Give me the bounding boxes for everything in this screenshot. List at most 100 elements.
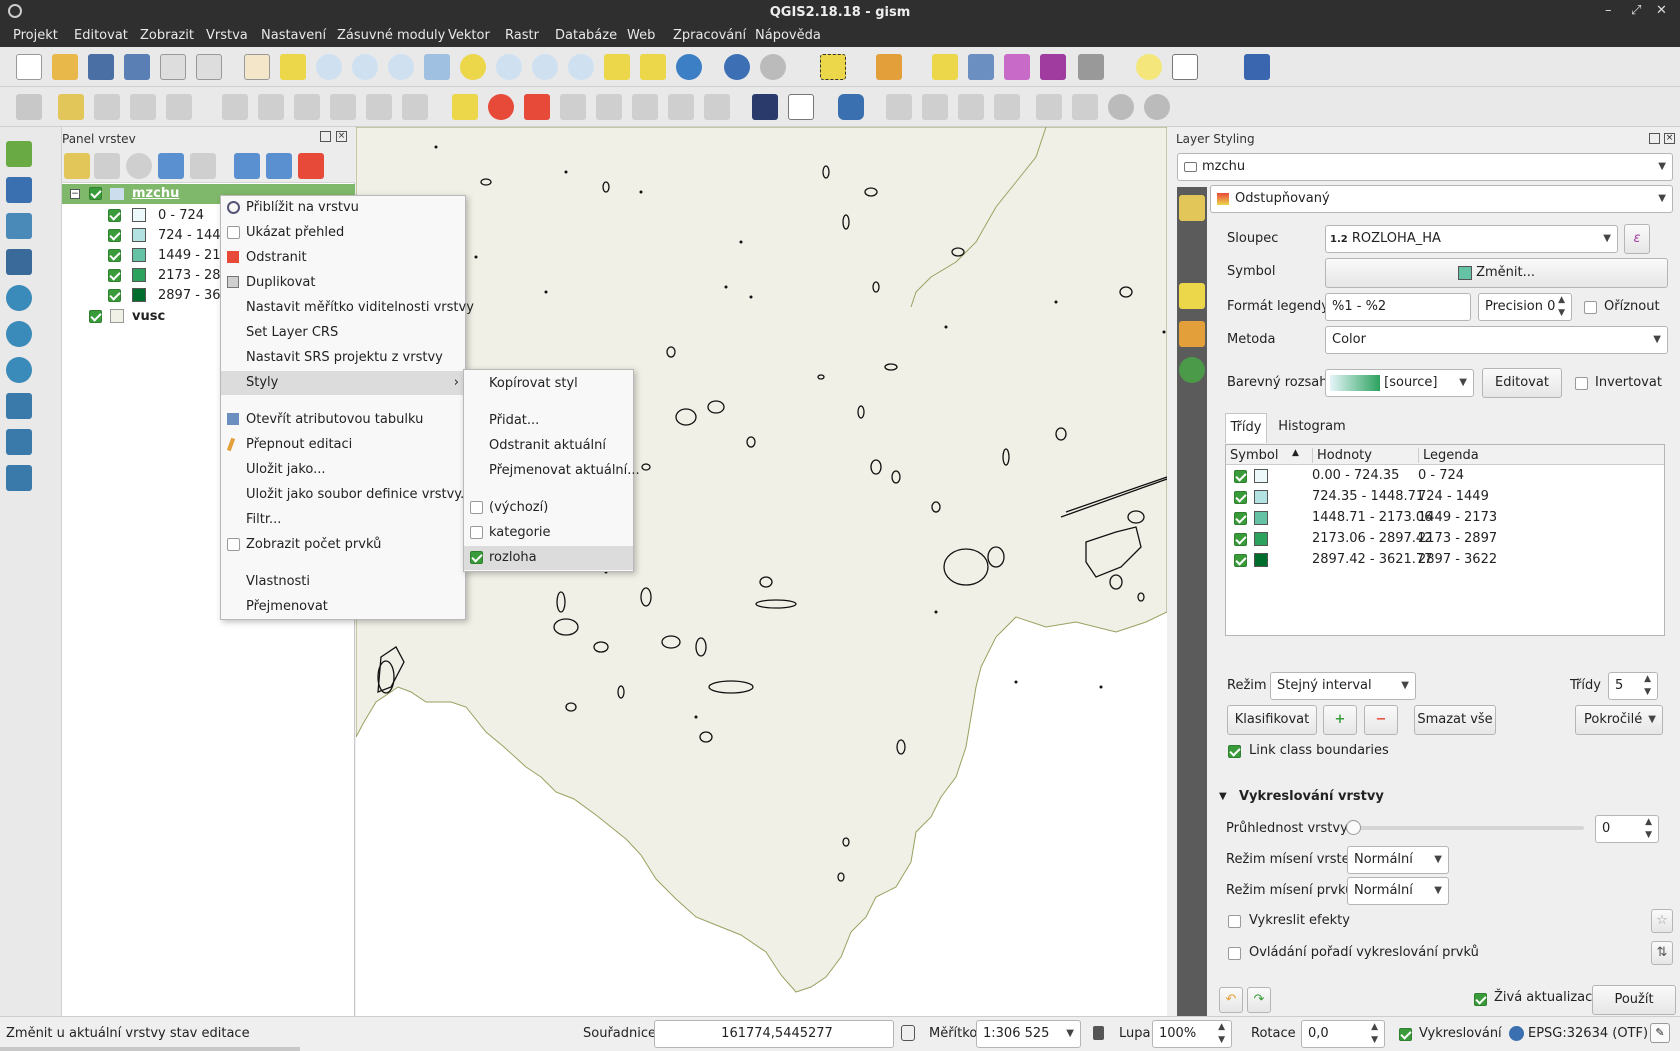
pan-to-selection-icon[interactable] — [280, 54, 306, 80]
menu-styles[interactable]: Styly › — [221, 371, 465, 395]
open-project-icon[interactable] — [52, 54, 78, 80]
show-hide-labels-icon[interactable] — [596, 94, 622, 120]
menu-web[interactable]: Web — [627, 28, 655, 43]
select-by-expression-icon[interactable] — [876, 54, 902, 80]
expand-all-icon[interactable] — [234, 153, 260, 179]
filter-expression-icon[interactable] — [190, 153, 216, 179]
panel-float-icon[interactable] — [320, 131, 331, 142]
add-feature-icon[interactable] — [130, 94, 156, 120]
table-row[interactable]: 2897.42 - 3621.77 2897 - 3622 — [1226, 550, 1664, 571]
collapse-arrow-icon[interactable]: ▼ — [1219, 791, 1227, 802]
tab-classes[interactable]: Třídy — [1225, 413, 1267, 443]
label-icon[interactable] — [452, 94, 478, 120]
opacity-slider-handle[interactable] — [1346, 820, 1361, 835]
effects-checkbox[interactable] — [1228, 915, 1241, 928]
render-checkbox[interactable] — [1399, 1028, 1412, 1041]
submenu-style-rozloha[interactable]: rozloha — [464, 546, 633, 570]
rotate-label-icon[interactable] — [668, 94, 694, 120]
paste-icon[interactable] — [402, 94, 428, 120]
python-icon[interactable] — [838, 94, 864, 120]
change-label-icon[interactable] — [704, 94, 730, 120]
pin-labels-icon[interactable] — [524, 94, 550, 120]
measure-icon[interactable] — [1078, 54, 1104, 80]
invert-checkbox[interactable] — [1575, 377, 1588, 390]
add-spatialite-icon[interactable] — [6, 213, 32, 239]
metasearch-icon[interactable] — [752, 94, 778, 120]
submenu-rename-current[interactable]: Přejmenovat aktuální... — [464, 459, 640, 483]
advanced-digitize-1-icon[interactable] — [886, 94, 912, 120]
renderer-selector[interactable]: Odstupňovaný ▼ — [1210, 185, 1673, 213]
copy-icon[interactable] — [366, 94, 392, 120]
undo-icon[interactable]: ↶ — [1219, 987, 1243, 1013]
restore-icon[interactable]: ⤢ — [1631, 3, 1641, 18]
column-selector[interactable]: 1.2 ROZLOHA_HA ▼ — [1325, 225, 1618, 253]
minimize-icon[interactable]: – — [1605, 3, 1612, 18]
delete-selected-icon[interactable] — [294, 94, 320, 120]
expression-icon[interactable]: ε — [1624, 224, 1650, 254]
move-label-icon[interactable] — [632, 94, 658, 120]
menu-napoveda[interactable]: Nápověda — [755, 28, 821, 43]
zoom-spinbox[interactable]: 100% ▲ ▼ — [1152, 1020, 1232, 1048]
layer-visibility-checkbox[interactable] — [89, 310, 102, 323]
map-tips-icon[interactable] — [1136, 54, 1162, 80]
new-temporary-layer-icon[interactable] — [6, 465, 32, 491]
method-selector[interactable]: Color ▼ — [1325, 326, 1668, 354]
add-vector-layer-icon[interactable] — [6, 141, 32, 167]
layer-rendering-title[interactable]: Vykreslování vrstvy — [1239, 789, 1384, 804]
menu-remove[interactable]: Odstranit — [221, 246, 465, 270]
identify-icon[interactable] — [724, 54, 750, 80]
labels-tab-icon[interactable] — [1179, 283, 1205, 309]
redo-icon[interactable]: ↷ — [1247, 987, 1271, 1013]
table-row[interactable]: 2173.06 - 2897.42 2173 - 2897 — [1226, 529, 1664, 550]
add-wcs-icon[interactable] — [6, 321, 32, 347]
select-features-icon[interactable] — [820, 54, 846, 80]
menu-properties[interactable]: Vlastnosti — [221, 570, 465, 594]
menu-open-attribute-table[interactable]: Otevřít atributovou tabulku — [221, 408, 465, 432]
color-ramp-selector[interactable]: [source] ▼ — [1325, 369, 1474, 397]
help-icon[interactable] — [1244, 54, 1270, 80]
pan-hand-icon[interactable] — [244, 54, 270, 80]
remove-class-icon[interactable]: − — [1364, 705, 1398, 735]
action-icon[interactable] — [760, 54, 786, 80]
messages-icon[interactable]: ✎ — [1650, 1023, 1670, 1043]
advanced-digitize-8-icon[interactable] — [1144, 94, 1170, 120]
menu-zobrazit[interactable]: Zobrazit — [140, 28, 194, 43]
legend-format-input[interactable]: %1 - %2 — [1325, 293, 1471, 321]
panel-close-icon[interactable]: × — [1664, 133, 1675, 144]
text-annotation-icon[interactable] — [1172, 54, 1198, 80]
remove-layer-icon[interactable] — [298, 153, 324, 179]
menu-toggle-editing[interactable]: Přepnout editaci — [221, 433, 465, 457]
cut-icon[interactable] — [330, 94, 356, 120]
advanced-digitize-4-icon[interactable] — [994, 94, 1020, 120]
toggle-editing-icon[interactable] — [58, 94, 84, 120]
menu-projekt[interactable]: Projekt — [13, 28, 58, 43]
submenu-style-default[interactable]: (výchozí) — [464, 496, 633, 520]
opacity-spinbox[interactable]: 0 ▲ ▼ — [1595, 815, 1659, 843]
collapse-all-icon[interactable] — [266, 153, 292, 179]
menu-zoom-to-layer[interactable]: Přiblížit na vrstvu — [221, 196, 465, 220]
history-tab-icon[interactable] — [1179, 357, 1205, 383]
add-class-icon[interactable]: + — [1323, 705, 1357, 735]
header-legend[interactable]: Legenda — [1418, 448, 1479, 463]
menu-save-as-layer-definition[interactable]: Uložit jako soubor definice vrstvy... — [221, 483, 473, 507]
submenu-remove-current[interactable]: Odstranit aktuální — [464, 434, 633, 458]
add-raster-layer-icon[interactable] — [6, 177, 32, 203]
zoom-native-icon[interactable] — [388, 54, 414, 80]
advanced-digitize-2-icon[interactable] — [922, 94, 948, 120]
add-wfs-icon[interactable] — [6, 357, 32, 383]
submenu-copy-style[interactable]: Kopírovat styl — [464, 372, 633, 396]
move-feature-icon[interactable] — [166, 94, 192, 120]
menu-show-overview[interactable]: Ukázat přehled — [221, 221, 465, 245]
sum-icon[interactable] — [1040, 54, 1066, 80]
filter-legend-icon[interactable] — [158, 153, 184, 179]
classes-count-spinbox[interactable]: 5 ▲ ▼ — [1608, 672, 1658, 700]
node-edit-icon[interactable] — [258, 94, 284, 120]
save-as-icon[interactable] — [124, 54, 150, 80]
table-row[interactable]: 1448.71 - 2173.06 1449 - 2173 — [1226, 508, 1664, 529]
new-print-composer-icon[interactable] — [160, 54, 186, 80]
save-project-icon[interactable] — [88, 54, 114, 80]
diagrams-tab-icon[interactable] — [1179, 321, 1205, 347]
attribute-table-icon[interactable] — [968, 54, 994, 80]
menu-vektor[interactable]: Vektor — [448, 28, 490, 43]
zoom-last-icon[interactable] — [532, 54, 558, 80]
